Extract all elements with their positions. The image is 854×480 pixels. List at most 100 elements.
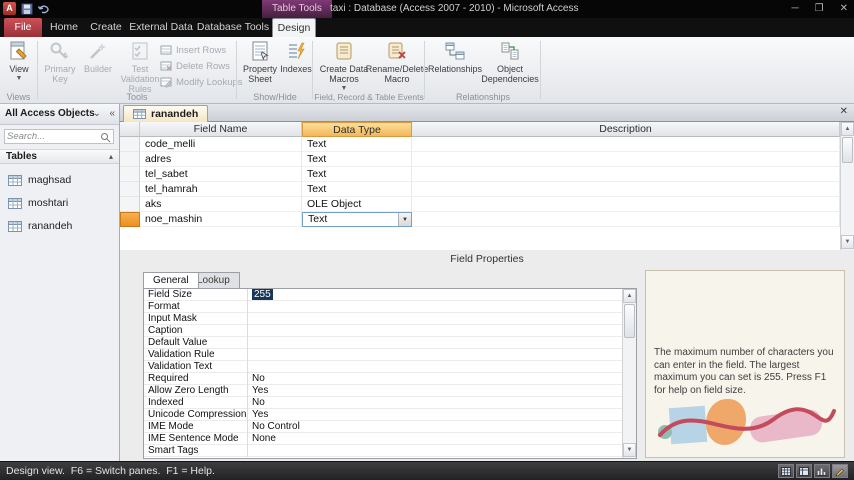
property-row[interactable]: Unicode Compression Yes [144, 409, 622, 421]
data-type-cell[interactable]: Text [302, 182, 412, 197]
field-name-cell[interactable]: tel_sabet [140, 167, 302, 182]
pivotchart-view-button[interactable] [814, 464, 830, 478]
property-value[interactable] [249, 361, 622, 373]
tab-create[interactable]: Create [86, 18, 126, 37]
property-value[interactable]: Yes [249, 385, 622, 397]
nav-pane-header[interactable]: All Access Objects ⌄ « [0, 104, 119, 125]
pivottable-view-button[interactable] [796, 464, 812, 478]
relationships-button[interactable]: Relationships [428, 40, 482, 96]
column-header-data-type[interactable]: Data Type [302, 122, 412, 137]
tab-design[interactable]: Design [272, 18, 316, 37]
data-type-cell[interactable]: OLE Object [302, 197, 412, 212]
property-row[interactable]: Allow Zero Length Yes [144, 385, 622, 397]
property-value[interactable]: No [249, 373, 622, 385]
description-cell[interactable] [412, 182, 840, 197]
datasheet-view-button[interactable] [778, 464, 794, 478]
builder-button[interactable]: Builder [81, 40, 115, 96]
row-selector[interactable] [120, 167, 140, 182]
tab-external-data[interactable]: External Data [128, 18, 194, 37]
data-type-cell[interactable]: Text [302, 137, 412, 152]
scroll-up-button[interactable]: ▲ [841, 122, 854, 136]
scrollbar-thumb[interactable] [624, 304, 635, 338]
property-sheet-button[interactable]: Property Sheet [240, 40, 280, 96]
description-cell[interactable] [412, 212, 840, 227]
property-value[interactable] [249, 313, 622, 325]
row-selector[interactable] [120, 197, 140, 212]
nav-item-ranandeh[interactable]: ranandeh [0, 216, 119, 236]
data-type-cell[interactable]: Text [302, 167, 412, 182]
field-name-cell[interactable]: noe_mashin [140, 212, 302, 227]
nav-item-moshtari[interactable]: moshtari [0, 193, 119, 213]
data-type-cell[interactable]: Text [302, 152, 412, 167]
delete-rows-button[interactable]: Delete Rows [160, 60, 230, 72]
tab-file[interactable]: File [4, 18, 42, 37]
property-value[interactable]: Yes [249, 409, 622, 421]
restore-button[interactable]: ❐ [815, 0, 824, 18]
view-button[interactable]: View ▼ [3, 40, 35, 96]
property-row[interactable]: Caption [144, 325, 622, 337]
chevron-down-icon[interactable]: ⌄ [93, 108, 101, 120]
description-cell[interactable] [412, 152, 840, 167]
property-value[interactable] [249, 337, 622, 349]
close-button[interactable]: ✕ [840, 0, 848, 18]
scroll-down-button[interactable]: ▼ [841, 235, 854, 249]
nav-group-tables[interactable]: Tables ▴ [0, 149, 119, 164]
data-type-combobox[interactable]: Text ▼ [302, 212, 412, 227]
row-selector[interactable] [120, 152, 140, 167]
property-row[interactable]: IME Mode No Control [144, 421, 622, 433]
scroll-up-button[interactable]: ▲ [623, 289, 636, 303]
indexes-button[interactable]: Indexes [280, 40, 312, 96]
primary-key-button[interactable]: Primary Key [41, 40, 79, 96]
scrollbar-thumb[interactable] [842, 137, 853, 163]
close-document-icon[interactable]: ✕ [840, 106, 848, 117]
shutter-close-icon[interactable]: « [109, 108, 115, 120]
create-data-macros-button[interactable]: Create Data Macros ▼ [318, 40, 370, 96]
property-value[interactable]: No [249, 397, 622, 409]
description-cell[interactable] [412, 137, 840, 152]
property-row[interactable]: Validation Text [144, 361, 622, 373]
minimize-button[interactable]: ─ [792, 0, 799, 18]
current-row-selector[interactable] [120, 212, 140, 227]
design-view-button[interactable] [832, 464, 848, 478]
column-header-description[interactable]: Description [412, 122, 840, 137]
test-validation-rules-button[interactable]: Test Validation Rules [117, 40, 163, 96]
document-tab-ranandeh[interactable]: ranandeh [123, 105, 209, 122]
search-input[interactable] [7, 130, 99, 143]
property-value[interactable]: None [249, 433, 622, 445]
object-dependencies-button[interactable]: Object Dependencies [481, 40, 539, 96]
property-row[interactable]: Indexed No [144, 397, 622, 409]
save-icon[interactable] [21, 3, 33, 15]
property-row[interactable]: Field Size 255 [144, 289, 622, 301]
row-selector[interactable] [120, 182, 140, 197]
property-row[interactable]: Format [144, 301, 622, 313]
rename-delete-macro-button[interactable]: Rename/Delete Macro [366, 40, 428, 96]
property-value[interactable] [249, 301, 622, 313]
scroll-down-button[interactable]: ▼ [623, 443, 636, 457]
undo-icon[interactable] [37, 3, 49, 15]
property-row[interactable]: Smart Tags [144, 445, 622, 457]
property-row[interactable]: Input Mask [144, 313, 622, 325]
property-grid-scrollbar[interactable]: ▲ ▼ [622, 289, 636, 458]
field-name-cell[interactable]: adres [140, 152, 302, 167]
property-value[interactable] [249, 325, 622, 337]
modify-lookups-button[interactable]: Modify Lookups [160, 76, 243, 88]
column-header-field-name[interactable]: Field Name [140, 122, 302, 137]
row-selector[interactable] [120, 137, 140, 152]
property-row[interactable]: Required No [144, 373, 622, 385]
tab-general[interactable]: General [143, 272, 199, 289]
field-name-cell[interactable]: aks [140, 197, 302, 212]
description-cell[interactable] [412, 167, 840, 182]
grid-vertical-scrollbar[interactable]: ▲ ▼ [840, 122, 854, 250]
field-name-cell[interactable]: code_melli [140, 137, 302, 152]
tab-home[interactable]: Home [44, 18, 84, 37]
tab-database-tools[interactable]: Database Tools [196, 18, 270, 37]
description-cell[interactable] [412, 197, 840, 212]
property-row[interactable]: Validation Rule [144, 349, 622, 361]
property-value[interactable] [249, 349, 622, 361]
property-row[interactable]: Default Value [144, 337, 622, 349]
nav-item-maghsad[interactable]: maghsad [0, 170, 119, 190]
property-value[interactable] [249, 445, 622, 457]
property-value-selected[interactable]: 255 [252, 289, 273, 300]
access-app-icon[interactable]: A [3, 2, 16, 15]
property-value[interactable]: No Control [249, 421, 622, 433]
